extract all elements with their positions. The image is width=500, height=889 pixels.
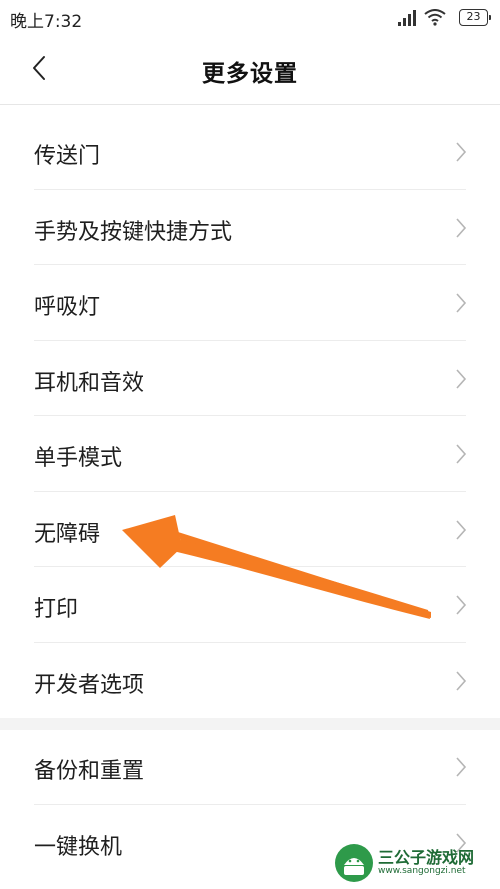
signal-icon: [398, 10, 416, 26]
list-item-label: 一键换机: [34, 834, 123, 860]
list-item[interactable]: 呼吸灯: [0, 265, 500, 341]
chevron-right-icon: [456, 293, 467, 313]
header: 更多设置: [0, 36, 500, 105]
chevron-right-icon: [456, 595, 467, 615]
watermark-name: 三公子游戏网: [378, 848, 475, 867]
chevron-right-icon: [456, 444, 467, 464]
list-item-label: 传送门: [34, 144, 101, 169]
chevron-right-icon: [456, 757, 467, 777]
list-item-label: 开发者选项: [34, 672, 145, 698]
list-item-label: 耳机和音效: [34, 370, 145, 396]
watermark: 三公子游戏网 www.sangongzi.net: [334, 843, 494, 883]
chevron-right-icon: [456, 368, 467, 389]
wifi-icon: [424, 9, 446, 26]
list-item[interactable]: 耳机和音效: [0, 341, 500, 417]
chevron-right-icon: [456, 217, 467, 238]
list-item-label: 呼吸灯: [34, 295, 101, 320]
list-item[interactable]: 备份和重置: [0, 729, 500, 805]
chevron-right-icon: [456, 519, 467, 540]
list-item-label: 手势及按键快捷方式: [34, 219, 233, 245]
list-item-accessibility[interactable]: 无障碍: [0, 492, 500, 568]
list-item[interactable]: 传送门: [0, 114, 500, 190]
list-item[interactable]: 手势及按键快捷方式: [0, 190, 500, 266]
list-item-label: 无障碍: [34, 521, 101, 547]
watermark-url: www.sangongzi.net: [378, 866, 466, 876]
battery-indicator: 23: [459, 9, 491, 26]
chevron-right-icon: [456, 670, 467, 691]
list-item[interactable]: 打印: [0, 567, 500, 643]
status-time: 晚上7:32: [10, 12, 83, 32]
status-icons: 23: [388, 8, 491, 28]
settings-list: 传送门 手势及按键快捷方式 呼吸灯 耳机和音效 单手模式 无障碍 打印 开发者选…: [0, 114, 500, 718]
list-item[interactable]: 单手模式: [0, 416, 500, 492]
list-item[interactable]: 开发者选项: [0, 643, 500, 719]
list-item-label: 备份和重置: [34, 759, 145, 784]
list-item-label: 单手模式: [34, 446, 123, 471]
list-item-label: 打印: [34, 597, 79, 622]
android-logo-icon: [335, 844, 373, 882]
page-title: 更多设置: [202, 61, 298, 87]
status-bar: 晚上7:32 23: [0, 0, 500, 36]
chevron-right-icon: [456, 142, 467, 162]
